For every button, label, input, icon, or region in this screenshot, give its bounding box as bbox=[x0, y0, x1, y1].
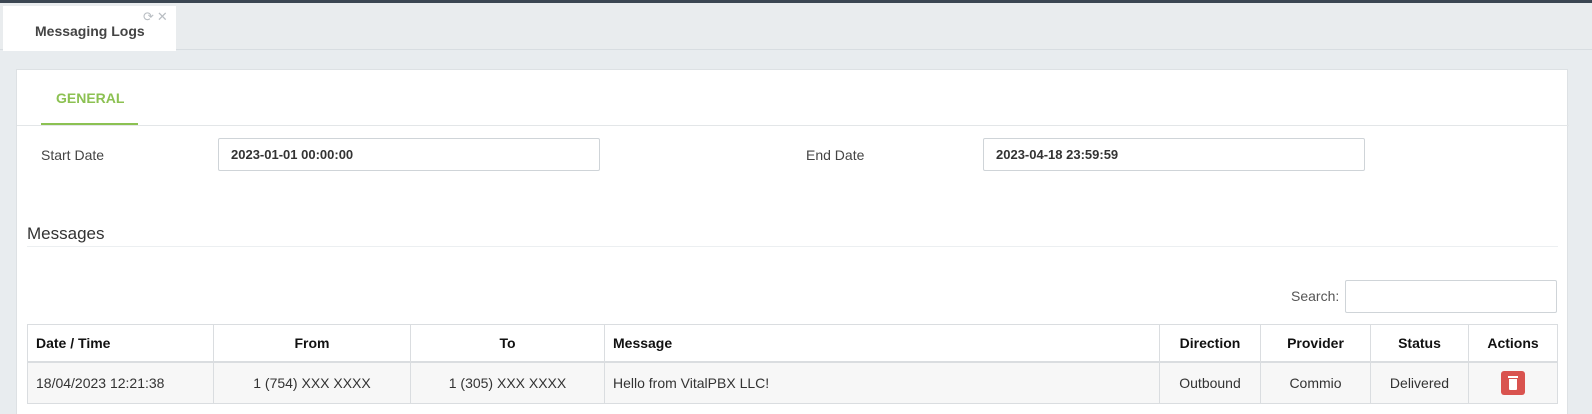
column-header-actions: Actions bbox=[1468, 324, 1558, 363]
close-icon[interactable]: ✕ bbox=[157, 9, 171, 24]
messages-heading: Messages bbox=[27, 224, 105, 243]
tab-general[interactable]: GENERAL bbox=[41, 70, 138, 125]
refresh-icon[interactable]: ⟳ bbox=[143, 9, 157, 24]
cell-message: Hello from VitalPBX LLC! bbox=[604, 361, 1160, 404]
cell-actions bbox=[1468, 361, 1558, 404]
search-input[interactable] bbox=[1345, 280, 1557, 313]
column-header-to[interactable]: To bbox=[410, 324, 605, 363]
column-header-message[interactable]: Message bbox=[604, 324, 1160, 363]
cell-datetime: 18/04/2023 12:21:38 bbox=[27, 361, 214, 404]
cell-direction: Outbound bbox=[1159, 361, 1261, 404]
end-date-input[interactable] bbox=[983, 138, 1365, 171]
end-date-label: End Date bbox=[806, 147, 865, 163]
messages-table: Date / Time From To Message Direction Pr… bbox=[27, 324, 1558, 404]
delete-button[interactable] bbox=[1501, 370, 1525, 395]
column-header-from[interactable]: From bbox=[213, 324, 411, 363]
column-header-direction[interactable]: Direction bbox=[1159, 324, 1261, 363]
table-row[interactable]: 18/04/2023 12:21:38 1 (754) XXX XXXX 1 (… bbox=[27, 361, 1558, 404]
cell-from: 1 (754) XXX XXXX bbox=[213, 361, 411, 404]
start-date-input[interactable] bbox=[218, 138, 600, 171]
tab-general-label: GENERAL bbox=[56, 90, 125, 106]
search-label: Search: bbox=[1291, 288, 1340, 304]
column-header-datetime[interactable]: Date / Time bbox=[27, 324, 214, 363]
tab-strip: Messaging Logs ⟳✕ bbox=[0, 3, 1592, 51]
column-header-provider[interactable]: Provider bbox=[1260, 324, 1371, 363]
tab-messaging-logs[interactable]: Messaging Logs ⟳✕ bbox=[3, 6, 176, 51]
section-divider bbox=[17, 125, 1569, 126]
column-header-status[interactable]: Status bbox=[1370, 324, 1469, 363]
start-date-label: Start Date bbox=[41, 147, 105, 163]
cell-status: Delivered bbox=[1370, 361, 1469, 404]
main-panel: GENERAL Start Date End Date Messages Sea… bbox=[16, 69, 1569, 414]
cell-to: 1 (305) XXX XXXX bbox=[410, 361, 605, 404]
tab-actions: ⟳✕ bbox=[143, 9, 171, 25]
cell-provider: Commio bbox=[1260, 361, 1371, 404]
tab-title: Messaging Logs bbox=[35, 23, 145, 39]
table-header-row: Date / Time From To Message Direction Pr… bbox=[27, 324, 1558, 363]
heading-divider bbox=[27, 246, 1558, 247]
